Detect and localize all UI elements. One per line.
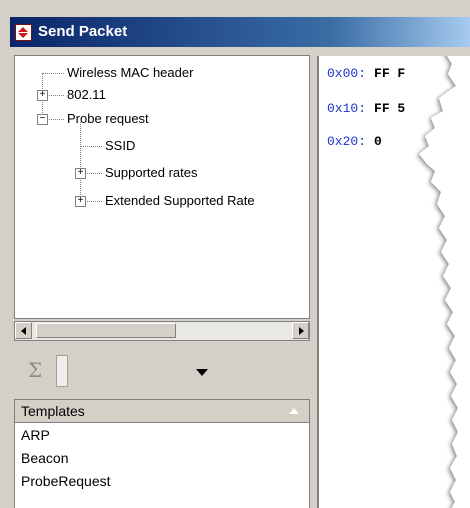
tree-item-extended-supported-rates[interactable]: + Extended Supported Rate [15, 190, 309, 212]
tree-item-802-11[interactable]: + 802.11 [15, 84, 309, 106]
template-item-beacon[interactable]: Beacon [21, 450, 68, 466]
torn-edge-decoration [419, 56, 470, 508]
tree-item-probe-request[interactable]: − Probe request [15, 108, 309, 130]
expand-plus-icon[interactable]: + [37, 90, 48, 101]
left-pane: Wireless MAC header + 802.11 − Probe req… [10, 49, 310, 508]
expand-plus-icon[interactable]: + [75, 168, 86, 179]
diamond-arrows-icon [15, 24, 32, 41]
tree-item-label: Wireless MAC header [67, 65, 194, 80]
tree-item-label: Extended Supported Rate [105, 193, 255, 208]
expand-plus-icon[interactable]: + [75, 196, 86, 207]
toolbar-field[interactable] [56, 355, 68, 387]
tree-item-label: SSID [105, 138, 136, 153]
scroll-right-button[interactable] [292, 322, 309, 339]
scroll-left-button[interactable] [15, 322, 32, 339]
template-toolbar: Σ [14, 347, 308, 393]
tree-item-label: 802.11 [67, 87, 106, 102]
send-packet-window: Send Packet Wireless MAC header + 802.11… [0, 0, 470, 508]
sort-ascending-icon [289, 408, 299, 414]
collapse-minus-icon[interactable]: − [37, 114, 48, 125]
template-item-proberequest[interactable]: ProbeRequest [21, 473, 111, 489]
scroll-thumb[interactable] [36, 323, 176, 338]
hex-view[interactable]: 0x00: FF F 0x10: FF 5 0x20: 0 [317, 56, 470, 508]
title-bar[interactable]: Send Packet [10, 17, 470, 47]
tree-item-ssid[interactable]: SSID [15, 135, 309, 157]
template-item-arp[interactable]: ARP [21, 427, 50, 443]
templates-column-header[interactable]: Templates [15, 400, 309, 423]
tree-item-label: Probe request [67, 111, 149, 126]
templates-header-label: Templates [21, 403, 85, 419]
scroll-left-arrow-icon [21, 327, 26, 335]
sigma-icon[interactable]: Σ [28, 358, 42, 382]
templates-list[interactable]: Templates ARP Beacon ProbeRequest [14, 399, 310, 508]
tree-item-label: Supported rates [105, 165, 198, 180]
tree-item-supported-rates[interactable]: + Supported rates [15, 162, 309, 184]
dropdown-arrow-icon[interactable] [196, 369, 208, 376]
tree-item-wireless-mac-header[interactable]: Wireless MAC header [15, 62, 309, 84]
packet-tree[interactable]: Wireless MAC header + 802.11 − Probe req… [14, 55, 310, 319]
window-title: Send Packet [38, 23, 128, 40]
scroll-right-arrow-icon [299, 327, 304, 335]
tree-horizontal-scrollbar[interactable] [14, 321, 310, 341]
